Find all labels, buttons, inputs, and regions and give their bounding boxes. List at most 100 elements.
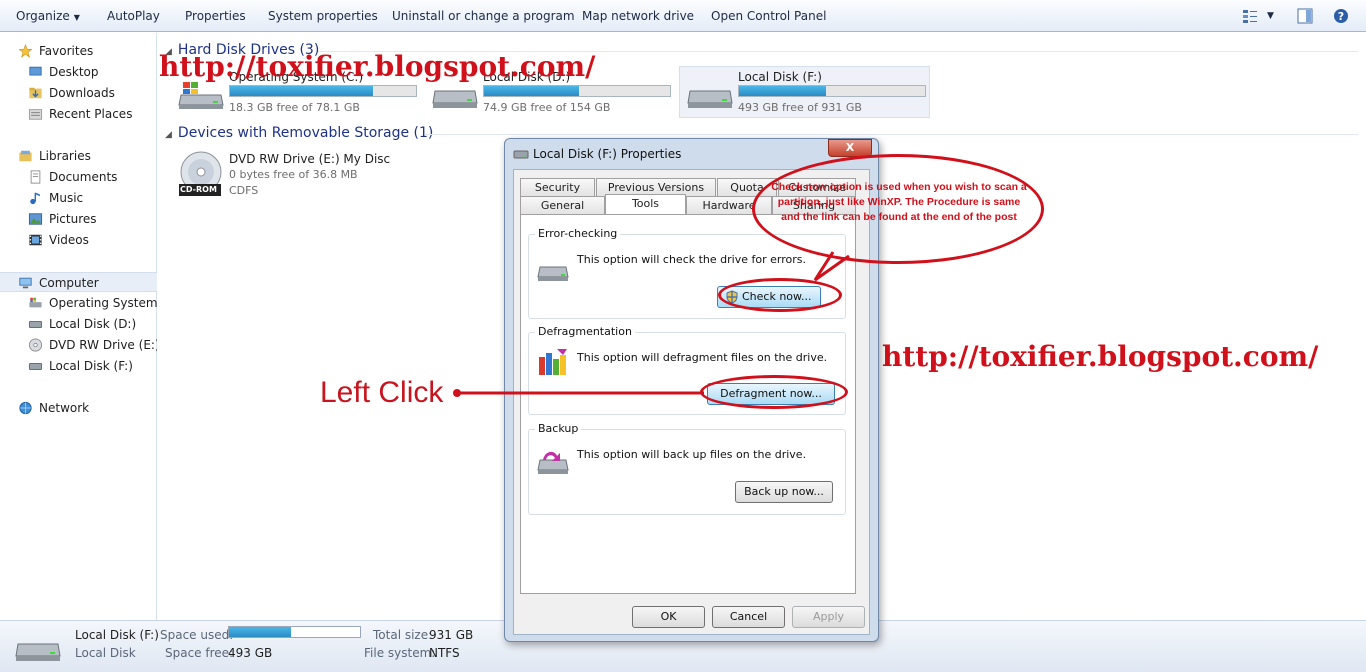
windows-drive-icon xyxy=(178,82,224,109)
nav-local-disk-f[interactable]: Local Disk (F:) xyxy=(0,356,157,376)
nav-network[interactable]: Network xyxy=(0,398,157,418)
dvd-drive-fs: CDFS xyxy=(229,184,259,197)
change-view-icon[interactable] xyxy=(1242,8,1258,24)
nav-os-drive[interactable]: Operating System (C xyxy=(0,293,157,313)
navigation-pane: Favorites Desktop Downloads Recent Place… xyxy=(0,33,157,620)
details-space-used-label: Space used: xyxy=(160,628,234,642)
nav-pictures[interactable]: Pictures xyxy=(0,209,157,229)
hard-drive-icon xyxy=(15,643,61,661)
nav-local-d-label: Local Disk (D:) xyxy=(49,317,137,331)
details-fs: NTFS xyxy=(429,646,460,660)
ok-button[interactable]: OK xyxy=(632,606,705,628)
drive-d-usage-fill xyxy=(484,86,579,96)
uninstall-program-button[interactable]: Uninstall or change a program xyxy=(392,9,575,23)
watermark-right: http://toxifier.blogspot.com/ xyxy=(882,340,1319,373)
details-total: 931 GB xyxy=(429,628,474,642)
pictures-icon xyxy=(28,213,43,225)
nav-videos-label: Videos xyxy=(49,233,89,247)
details-space-free-label: Space free: xyxy=(165,646,234,660)
organize-label: Organize xyxy=(16,9,70,23)
properties-button[interactable]: Properties xyxy=(185,9,246,23)
svg-text:?: ? xyxy=(1338,10,1344,23)
tab-general[interactable]: General xyxy=(520,196,605,215)
back-up-now-button[interactable]: Back up now... xyxy=(735,481,833,503)
drive-c-usage-bar xyxy=(229,85,417,97)
computer-icon xyxy=(19,277,32,289)
nav-favorites[interactable]: Favorites xyxy=(0,41,157,61)
nav-documents[interactable]: Documents xyxy=(0,167,157,187)
view-options-chevron-icon[interactable]: ▼ xyxy=(1267,11,1274,21)
nav-local-f-label: Local Disk (F:) xyxy=(49,359,133,373)
dvd-disc-icon xyxy=(28,338,43,352)
documents-icon xyxy=(30,170,41,184)
map-network-drive-button[interactable]: Map network drive xyxy=(582,9,694,23)
downloads-folder-icon xyxy=(29,87,42,99)
collapse-triangle-icon[interactable]: ◢ xyxy=(165,130,172,140)
group-divider xyxy=(425,134,1358,135)
defragmentation-title: Defragmentation xyxy=(535,325,635,338)
videos-icon xyxy=(29,234,42,246)
error-checking-title: Error-checking xyxy=(535,227,621,240)
cancel-button[interactable]: Cancel xyxy=(712,606,785,628)
drive-f-usage-fill xyxy=(739,86,826,96)
details-drive-name: Local Disk (F:) xyxy=(75,628,159,642)
drive-f-free: 493 GB free of 931 GB xyxy=(738,101,862,114)
tab-tools[interactable]: Tools xyxy=(605,194,686,215)
nav-dvd-label: DVD RW Drive (E:) M xyxy=(49,338,157,352)
watermark-top: http://toxifier.blogspot.com/ xyxy=(159,50,596,83)
system-properties-button[interactable]: System properties xyxy=(268,9,378,23)
nav-local-disk-d[interactable]: Local Disk (D:) xyxy=(0,314,157,334)
autoplay-button[interactable]: AutoPlay xyxy=(107,9,160,23)
help-icon[interactable]: ? xyxy=(1333,8,1349,24)
nav-music[interactable]: Music xyxy=(0,188,157,208)
windows-drive-icon xyxy=(29,297,42,308)
defragment-icon xyxy=(539,349,567,375)
nav-computer[interactable]: Computer xyxy=(0,272,157,292)
star-icon xyxy=(18,44,33,58)
details-drive-type: Local Disk xyxy=(75,646,136,660)
apply-button: Apply xyxy=(792,606,865,628)
details-space-free: 493 GB xyxy=(228,646,273,660)
hard-drive-icon xyxy=(687,90,733,108)
nav-dvd-drive[interactable]: DVD RW Drive (E:) M xyxy=(0,335,157,355)
open-control-panel-button[interactable]: Open Control Panel xyxy=(711,9,826,23)
tab-security[interactable]: Security xyxy=(520,178,595,197)
removable-header-label: Devices with Removable Storage (1) xyxy=(177,125,434,141)
recent-places-icon xyxy=(28,109,43,120)
nav-network-label: Network xyxy=(39,401,90,415)
drive-f-name: Local Disk (F:) xyxy=(738,70,822,84)
drive-c-free: 18.3 GB free of 78.1 GB xyxy=(229,101,360,114)
chevron-down-icon: ▼ xyxy=(73,13,80,22)
removable-storage-header[interactable]: ◢ Devices with Removable Storage (1) xyxy=(165,125,433,141)
preview-pane-icon[interactable] xyxy=(1297,8,1313,24)
organize-button[interactable]: Organize ▼ xyxy=(16,9,80,23)
nav-desktop[interactable]: Desktop xyxy=(0,62,157,82)
drive-tile-f[interactable]: Local Disk (F:) 493 GB free of 931 GB xyxy=(679,66,930,118)
command-bar: Organize ▼ AutoPlay Properties System pro… xyxy=(0,0,1366,32)
nav-libraries[interactable]: Libraries xyxy=(0,146,157,166)
nav-videos[interactable]: Videos xyxy=(0,230,157,250)
network-icon xyxy=(19,401,32,415)
close-icon: X xyxy=(845,141,855,154)
nav-favorites-label: Favorites xyxy=(39,44,94,58)
nav-documents-label: Documents xyxy=(49,170,118,184)
nav-pictures-label: Pictures xyxy=(49,212,97,226)
left-click-arrow xyxy=(453,389,704,397)
nav-recent-places[interactable]: Recent Places xyxy=(0,104,157,124)
cd-rom-badge: CD-ROM xyxy=(180,185,217,194)
hard-drive-icon xyxy=(513,150,529,159)
defragmentation-text: This option will defragment files on the… xyxy=(577,351,828,364)
backup-text: This option will back up files on the dr… xyxy=(577,448,807,461)
drive-d-free: 74.9 GB free of 154 GB xyxy=(483,101,611,114)
drive-f-usage-bar xyxy=(738,85,926,97)
nav-downloads[interactable]: Downloads xyxy=(0,83,157,103)
dvd-drive-free: 0 bytes free of 36.8 MB xyxy=(229,168,358,181)
nav-desktop-label: Desktop xyxy=(49,65,99,79)
nav-computer-label: Computer xyxy=(39,276,99,290)
close-button[interactable]: X xyxy=(828,139,872,157)
check-now-highlight-ring xyxy=(718,278,842,312)
nav-recent-label: Recent Places xyxy=(49,107,133,121)
nav-os-drive-label: Operating System (C xyxy=(49,296,157,310)
hard-drive-icon xyxy=(432,90,478,108)
details-usage-fill xyxy=(229,627,291,637)
